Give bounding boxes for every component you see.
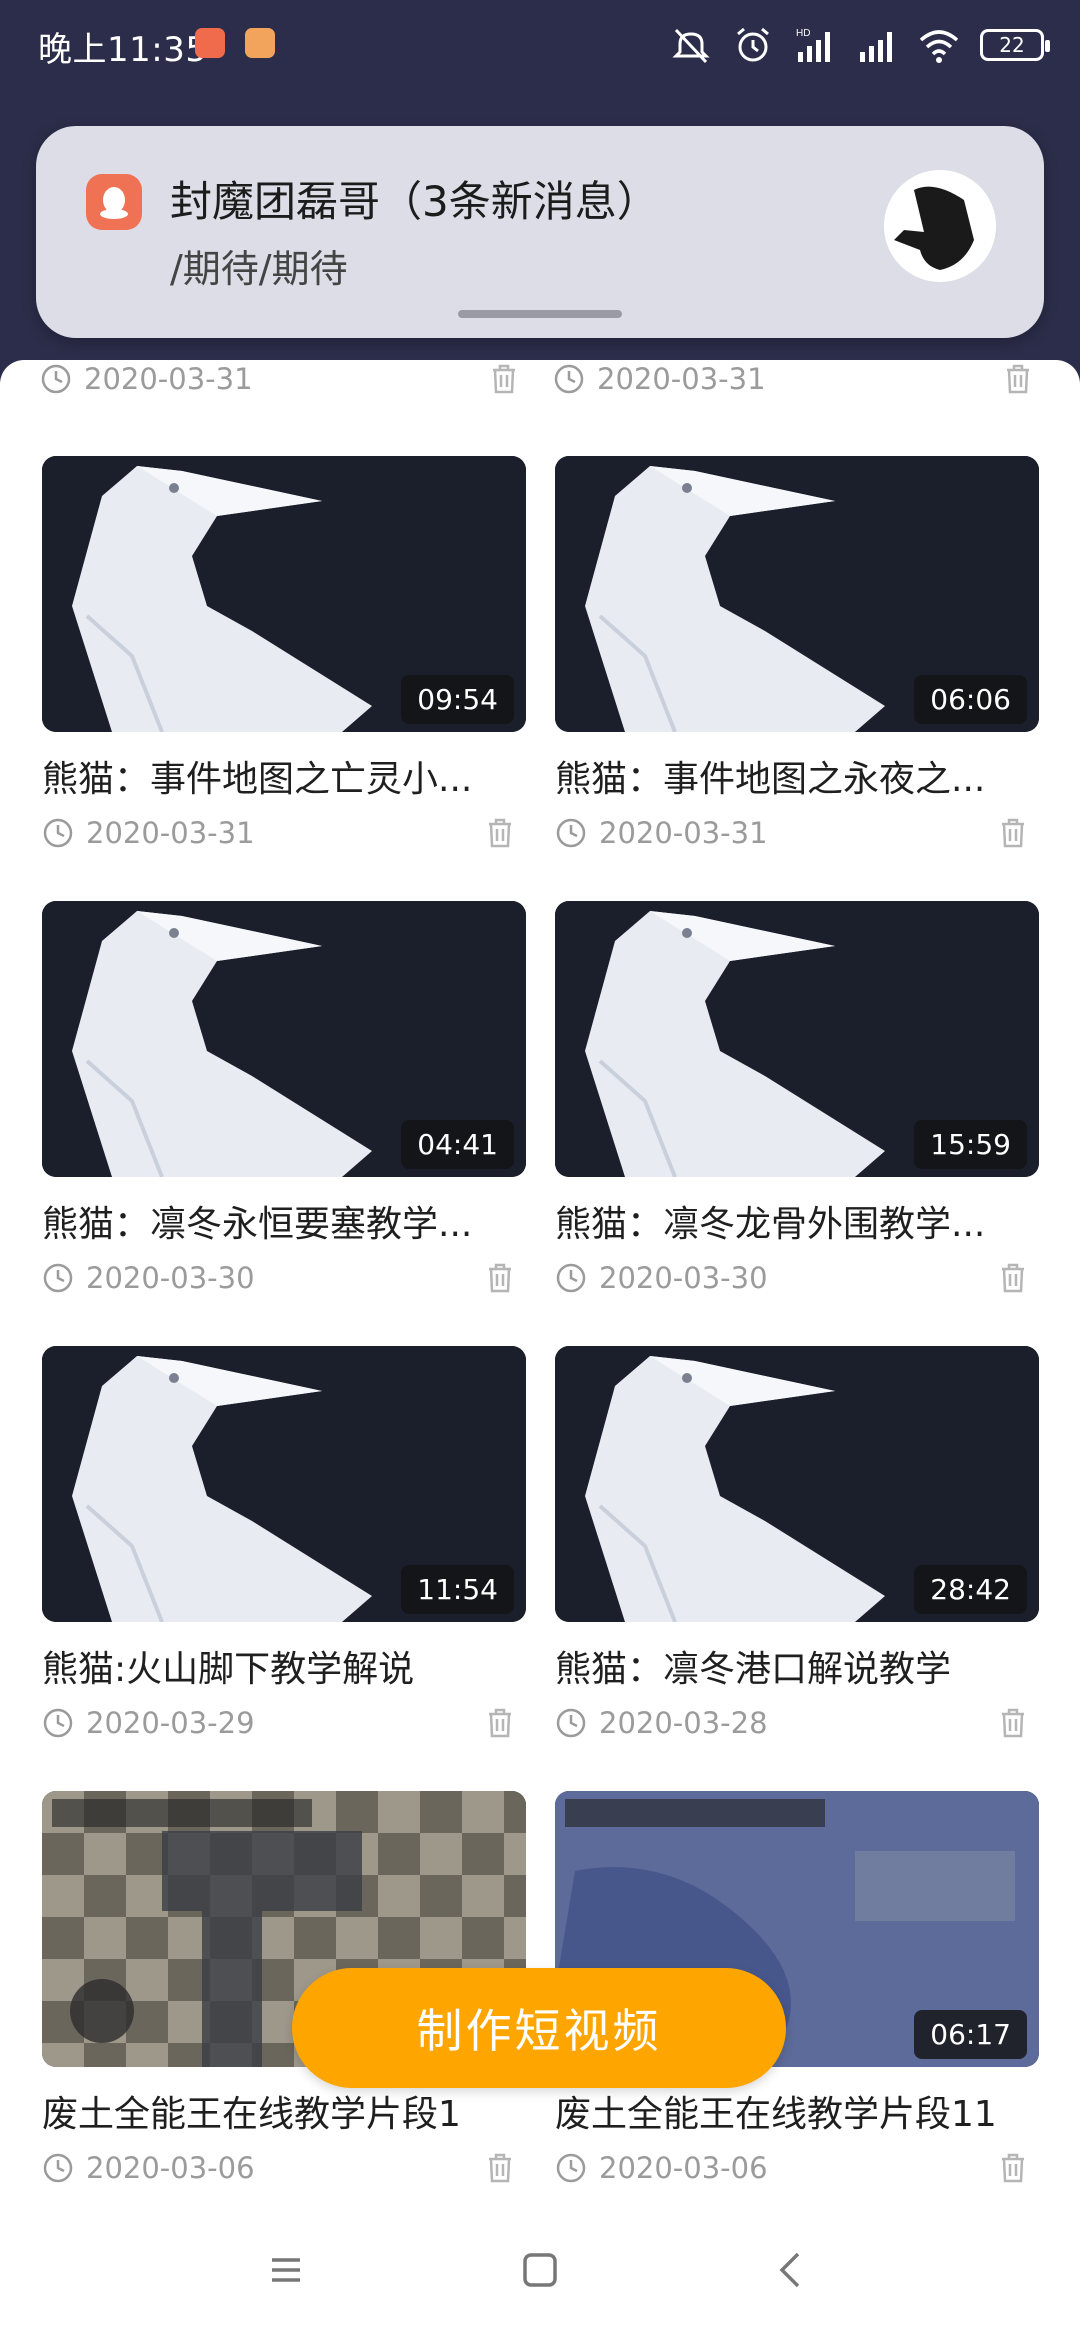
clock-icon: [43, 2153, 73, 2183]
video-duration: 09:54: [401, 675, 514, 724]
video-list[interactable]: 2020-03-31 2020-03-31 09:54 熊猫：事件地图之亡灵小..…: [0, 360, 1080, 2200]
video-duration: 28:42: [914, 1565, 1027, 1614]
mute-icon: [672, 28, 710, 64]
app-notification-icon: [245, 28, 275, 58]
video-date: 2020-03-06: [599, 2151, 768, 2185]
clock-icon: [41, 364, 71, 394]
video-date-row: 2020-03-31: [42, 816, 255, 850]
message-notification[interactable]: 封魔团磊哥（3条新消息） /期待/期待: [36, 126, 1044, 338]
video-duration: 04:41: [401, 1120, 514, 1169]
notification-body: /期待/期待: [170, 247, 348, 291]
video-card[interactable]: 11:54 熊猫:火山脚下教学解说 2020-03-29: [42, 1346, 526, 1756]
home-icon[interactable]: [516, 2246, 564, 2294]
video-card[interactable]: 28:42 熊猫：凛冬港口解说教学 2020-03-28: [555, 1346, 1039, 1756]
video-date: 2020-03-30: [599, 1261, 768, 1295]
video-date: 2020-03-31: [597, 362, 766, 396]
video-date-row: 2020-03-30: [42, 1261, 255, 1295]
status-bar: 晚上11:35 HD 22: [0, 0, 1080, 90]
clock-icon: [556, 818, 586, 848]
video-card[interactable]: 06:06 熊猫：事件地图之永夜之... 2020-03-31: [555, 456, 1039, 866]
trash-icon[interactable]: [995, 1704, 1031, 1740]
video-title[interactable]: 熊猫：事件地图之亡灵小...: [42, 750, 512, 802]
video-card[interactable]: 04:41 熊猫：凛冬永恒要塞教学... 2020-03-30: [42, 901, 526, 1311]
video-thumbnail[interactable]: 06:06: [555, 456, 1039, 732]
trash-icon[interactable]: [482, 814, 518, 850]
video-title[interactable]: 熊猫：事件地图之永夜之...: [555, 750, 1025, 802]
video-date: 2020-03-31: [599, 816, 768, 850]
video-thumbnail[interactable]: 15:59: [555, 901, 1039, 1177]
wifi-icon: [919, 30, 959, 63]
video-date: 2020-03-28: [599, 1706, 768, 1740]
video-date: 2020-03-29: [86, 1706, 255, 1740]
clock-icon: [43, 818, 73, 848]
video-duration: 11:54: [401, 1565, 514, 1614]
video-date-row: 2020-03-31: [555, 816, 768, 850]
video-title[interactable]: 废土全能王在线教学片段1: [42, 2085, 512, 2137]
video-date: 2020-03-31: [86, 816, 255, 850]
clock-icon: [554, 364, 584, 394]
trash-icon[interactable]: [995, 1259, 1031, 1295]
trash-icon[interactable]: [482, 2149, 518, 2185]
status-time: 晚上11:35: [38, 30, 208, 70]
trash-icon[interactable]: [995, 2149, 1031, 2185]
battery-icon: 22: [980, 29, 1050, 61]
menu-icon[interactable]: [262, 2246, 310, 2294]
video-date-row: 2020-03-29: [42, 1706, 255, 1740]
top-row-date-left: 2020-03-31: [40, 362, 253, 396]
video-title[interactable]: 熊猫：凛冬龙骨外围教学...: [555, 1195, 1025, 1247]
signal-icon: [860, 32, 892, 62]
back-icon[interactable]: [768, 2246, 816, 2294]
qq-icon: [86, 174, 142, 230]
trash-icon[interactable]: [995, 814, 1031, 850]
clock-icon: [556, 1263, 586, 1293]
video-duration: 06:17: [914, 2010, 1027, 2059]
video-card[interactable]: 15:59 熊猫：凛冬龙骨外围教学... 2020-03-30: [555, 901, 1039, 1311]
navigation-bar: [0, 2200, 1080, 2340]
video-title[interactable]: 熊猫：凛冬港口解说教学: [555, 1640, 1025, 1692]
video-thumbnail[interactable]: 11:54: [42, 1346, 526, 1622]
battery-level: 22: [999, 33, 1025, 57]
make-short-video-button[interactable]: 制作短视频: [292, 1968, 786, 2088]
svg-text:HD: HD: [796, 28, 810, 39]
clock-icon: [43, 1263, 73, 1293]
clock-icon: [556, 2153, 586, 2183]
video-duration: 15:59: [914, 1120, 1027, 1169]
video-date-row: 2020-03-06: [42, 2151, 255, 2185]
video-thumbnail[interactable]: 04:41: [42, 901, 526, 1177]
video-title[interactable]: 熊猫:火山脚下教学解说: [42, 1640, 512, 1692]
notification-title: 封魔团磊哥（3条新消息）: [170, 177, 659, 226]
video-thumbnail[interactable]: 28:42: [555, 1346, 1039, 1622]
notification-handle[interactable]: [458, 310, 622, 318]
video-duration: 06:06: [914, 675, 1027, 724]
video-date-row: 2020-03-28: [555, 1706, 768, 1740]
qq-notification-icon: [195, 28, 225, 58]
clock-icon: [556, 1708, 586, 1738]
video-date-row: 2020-03-30: [555, 1261, 768, 1295]
video-date-row: 2020-03-06: [555, 2151, 768, 2185]
video-title[interactable]: 熊猫：凛冬永恒要塞教学...: [42, 1195, 512, 1247]
trash-icon[interactable]: [482, 1259, 518, 1295]
signal-hd-icon: HD: [796, 28, 830, 62]
alarm-icon: [737, 27, 769, 62]
trash-icon[interactable]: [1000, 360, 1036, 396]
video-date: 2020-03-30: [86, 1261, 255, 1295]
video-date: 2020-03-06: [86, 2151, 255, 2185]
clock-icon: [43, 1708, 73, 1738]
trash-icon[interactable]: [486, 360, 522, 396]
video-card[interactable]: 09:54 熊猫：事件地图之亡灵小... 2020-03-31: [42, 456, 526, 866]
top-row-date-right: 2020-03-31: [553, 362, 766, 396]
video-title[interactable]: 废土全能王在线教学片段11: [555, 2085, 1025, 2137]
video-date: 2020-03-31: [84, 362, 253, 396]
video-thumbnail[interactable]: 09:54: [42, 456, 526, 732]
trash-icon[interactable]: [482, 1704, 518, 1740]
contact-avatar: [884, 170, 996, 282]
